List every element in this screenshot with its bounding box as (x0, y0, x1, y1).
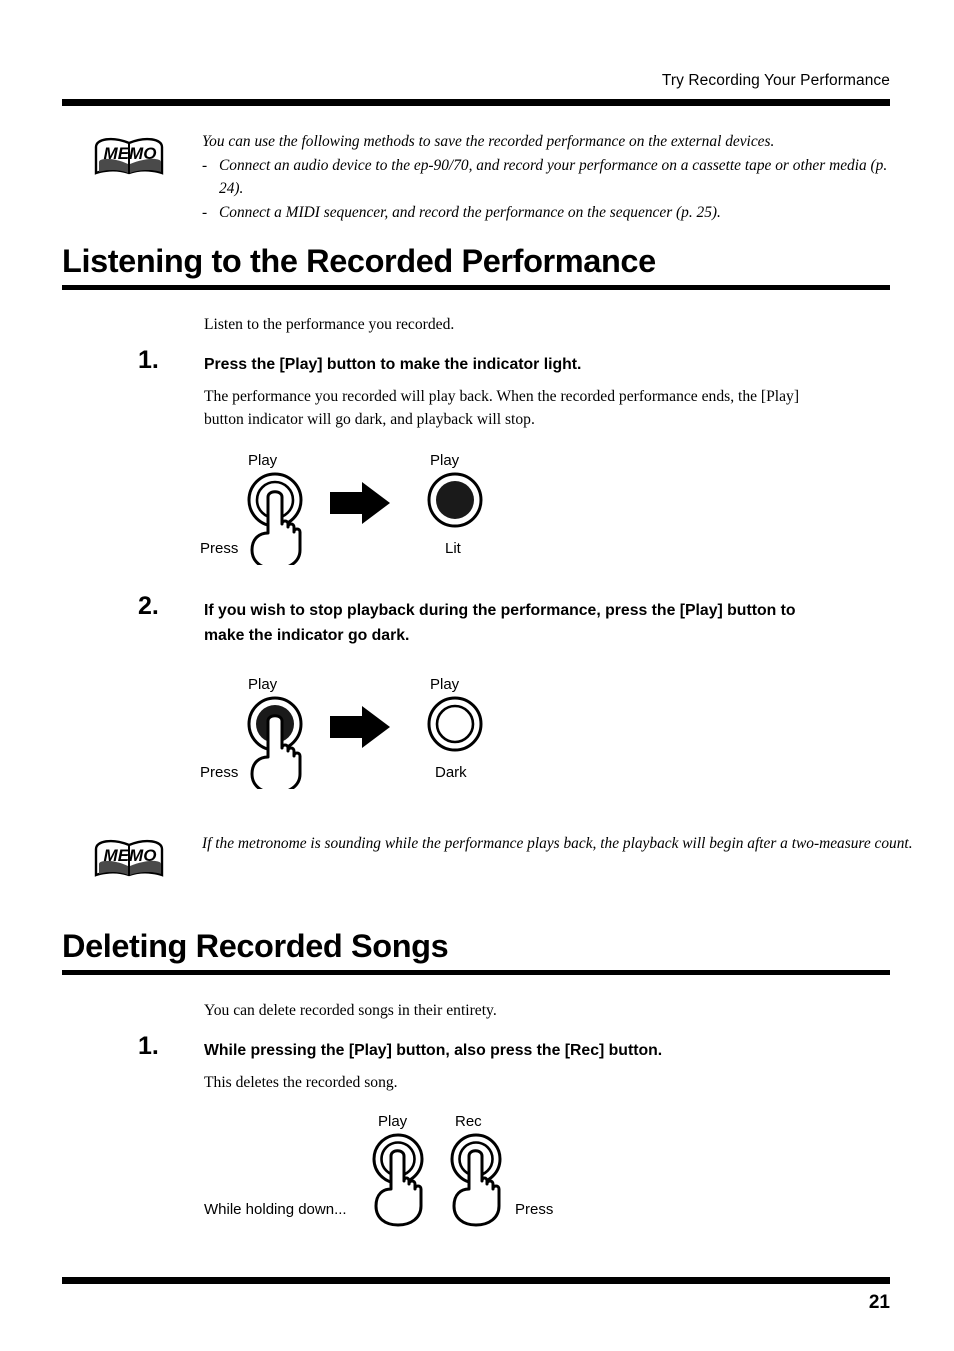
step-heading-1-2: If you wish to stop playback during the … (204, 602, 796, 644)
figure1-left-action-label: Press (200, 540, 239, 557)
figure3-rec-button-label: Rec (455, 1113, 482, 1130)
step-body-2-1: This deletes the recorded song. (204, 1074, 398, 1091)
header-rule (62, 99, 890, 106)
step-body-1-1: The performance you recorded will play b… (204, 388, 800, 428)
section-rule (62, 285, 890, 290)
memo-icon-wordmark: MEMO (104, 846, 157, 865)
figure2-right-button-label: Play (430, 676, 460, 693)
footer-rule (62, 1277, 890, 1284)
running-header-title: Try Recording Your Performance (661, 72, 890, 89)
memo-bullet-item: - Connect an audio device to the ep-90/7… (202, 154, 892, 201)
memo-metronome-text: If the metronome is sounding while the p… (202, 835, 913, 852)
figure1-graphic (247, 472, 483, 565)
memo-bullet-item: - Connect a MIDI sequencer, and record t… (202, 201, 892, 225)
figure3-hold-label: While holding down... (204, 1201, 347, 1218)
figure1-left-button-label: Play (248, 452, 278, 469)
section-rule (62, 970, 890, 975)
figure2-right-state-label: Dark (435, 764, 467, 781)
section-title-listening: Listening to the Recorded Performance (62, 243, 656, 279)
section-listening-heading: Listening to the Recorded Performance (62, 243, 890, 290)
figure2-left-button-label: Play (248, 676, 278, 693)
memo-bullet-list: - Connect an audio device to the ep-90/7… (202, 154, 892, 225)
memo-bullet-text: Connect a MIDI sequencer, and record the… (219, 203, 721, 221)
memo-bullet-dash: - (202, 203, 208, 221)
memo-text-block: If the metronome is sounding while the p… (202, 832, 922, 856)
page-number: 21 (868, 1292, 890, 1313)
right-arrow-icon (330, 706, 390, 748)
play-button-dark (427, 696, 483, 752)
step-number-2-1: 1. (138, 1032, 159, 1060)
step-heading-1-1: Press the [Play] button to make the indi… (204, 356, 582, 373)
section1-intro-paragraph: Listen to the performance you recorded. (204, 316, 455, 333)
memo-book-icon: MEMO (92, 836, 168, 880)
step-number-1-2: 2. (138, 592, 159, 620)
step-number-1-1: 1. (138, 346, 159, 374)
figure2-left-action-label: Press (200, 764, 239, 781)
figure1-right-button-label: Play (430, 452, 460, 469)
figure-play-press-to-dark: Play Play Press Dark (190, 676, 520, 791)
memo-bullet-dash: - (202, 156, 208, 174)
figure-play-press-to-lit: Play Play Press Lit (190, 452, 520, 567)
memo-text-block: You can use the following methods to sav… (202, 130, 892, 224)
section2-intro-paragraph: You can delete recorded songs in their e… (204, 1002, 497, 1019)
memo-intro-line: You can use the following methods to sav… (202, 133, 775, 150)
figure1-right-state-label: Lit (445, 540, 461, 557)
section-title-deleting: Deleting Recorded Songs (62, 928, 449, 964)
play-button-lit (427, 472, 483, 528)
step-heading-2-1: While pressing the [Play] button, also p… (204, 1042, 663, 1059)
right-arrow-icon (330, 482, 390, 524)
figure-hold-play-press-rec: Play Rec While holding down... Press (190, 1113, 590, 1233)
section-deleting-heading: Deleting Recorded Songs (62, 928, 890, 975)
figure3-press-label: Press (515, 1201, 554, 1218)
memo-icon-wordmark: MEMO (104, 144, 157, 163)
figure2-graphic (247, 696, 483, 789)
memo-book-icon: MEMO (92, 134, 168, 178)
memo-bullet-text: Connect an audio device to the ep-90/70,… (219, 156, 888, 198)
figure3-play-button-label: Play (378, 1113, 408, 1130)
